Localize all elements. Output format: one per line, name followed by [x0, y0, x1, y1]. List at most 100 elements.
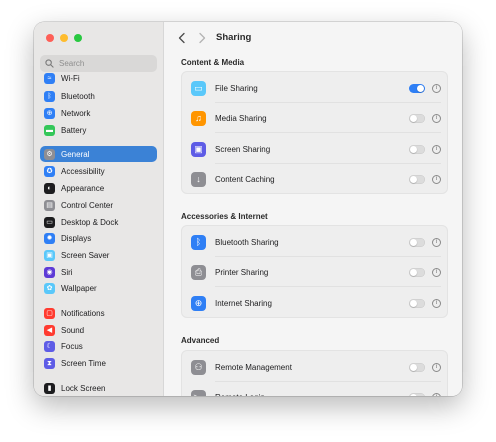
minimize-button[interactable] [60, 34, 68, 42]
search-input[interactable]: Search [40, 55, 157, 72]
row-label: Printer Sharing [215, 267, 269, 277]
settings-group: ⚇ Remote Management i >_ Remote Login i [181, 350, 448, 396]
info-icon[interactable]: i [432, 83, 441, 93]
row-remote-login: >_ Remote Login i [182, 382, 449, 396]
accessibility-icon: ✪ [44, 165, 55, 177]
sidebar-item-label: Wallpaper [61, 283, 97, 293]
info-icon[interactable]: i [432, 144, 441, 154]
toggle-switch[interactable] [409, 392, 425, 396]
sidebar-item-notifications[interactable]: ▢ Notifications [40, 305, 157, 321]
notifications-icon: ▢ [44, 307, 55, 319]
remote-login-icon: >_ [191, 389, 206, 396]
toggle-knob [410, 393, 417, 396]
sidebar-item-battery[interactable]: ▬ Battery [40, 122, 157, 138]
back-button[interactable] [177, 32, 187, 44]
toggle-switch[interactable] [409, 298, 425, 308]
toggle-knob [410, 114, 417, 122]
row-content-caching: ↓ Content Caching i [182, 164, 449, 194]
sidebar-item-label: Battery [61, 125, 87, 135]
sidebar-item-label: Focus [61, 341, 83, 351]
toggle-switch[interactable] [409, 362, 425, 372]
toggle-switch[interactable] [409, 83, 425, 93]
remote-management-icon: ⚇ [191, 359, 206, 375]
sidebar-item-label: Accessibility [61, 166, 105, 176]
row-bluetooth-sharing: ᛒ Bluetooth Sharing i [182, 227, 449, 257]
sidebar-item-bluetooth[interactable]: ᛒ Bluetooth [40, 88, 157, 104]
sidebar-item-label: Appearance [61, 183, 105, 193]
info-icon[interactable]: i [432, 267, 441, 277]
info-icon[interactable]: i [432, 392, 441, 396]
forward-button[interactable] [197, 32, 207, 44]
row-label: Internet Sharing [215, 298, 272, 308]
sidebar-item-displays[interactable]: ✹ Displays [40, 230, 157, 246]
sidebar-item-network[interactable]: ⊕ Network [40, 105, 157, 121]
toggle-knob [410, 175, 417, 183]
sidebar-item-control-center[interactable]: ▤ Control Center [40, 197, 157, 213]
section-title: Accessories & Internet [181, 212, 268, 221]
printer-icon: ⎙ [191, 264, 206, 280]
row-divider [215, 132, 441, 133]
info-icon[interactable]: i [432, 174, 441, 184]
info-icon[interactable]: i [432, 237, 441, 247]
sidebar-item-label: Siri [61, 267, 73, 277]
wallpaper-icon: ✿ [44, 282, 55, 294]
row-printer-sharing: ⎙ Printer Sharing i [182, 257, 449, 287]
sidebar-item-screen-saver[interactable]: ▣ Screen Saver [40, 247, 157, 263]
network-icon: ⊕ [44, 107, 55, 119]
toggle-switch[interactable] [409, 237, 425, 247]
sidebar-item-label: Bluetooth [61, 91, 95, 101]
toggle-switch[interactable] [409, 174, 425, 184]
sidebar-item-focus[interactable]: ☾ Focus [40, 338, 157, 354]
control-center-icon: ▤ [44, 199, 55, 211]
sidebar-item-wi-fi[interactable]: ≈ Wi-Fi [40, 70, 157, 86]
row-label: Content Caching [215, 174, 275, 184]
sidebar-item-label: Screen Time [61, 358, 106, 368]
sidebar-item-screen-time[interactable]: ⧗ Screen Time [40, 355, 157, 371]
toggle-knob [410, 145, 417, 153]
sidebar: ≈ Wi-Fi ᛒ Bluetooth ⊕ Network ▬ Battery ⚙ General… [34, 22, 164, 396]
lock-screen-icon: ▮ [44, 382, 55, 394]
info-icon[interactable]: i [432, 298, 441, 308]
wifi-icon: ≈ [44, 72, 55, 84]
row-divider [215, 286, 441, 287]
window-title: Sharing [216, 32, 252, 43]
toggle-knob [410, 238, 417, 246]
info-icon[interactable]: i [432, 113, 441, 123]
window-controls [46, 34, 82, 42]
battery-icon: ▬ [44, 124, 55, 136]
section-title: Advanced [181, 336, 220, 345]
close-button[interactable] [46, 34, 54, 42]
sidebar-item-appearance[interactable]: ◐ Appearance [40, 180, 157, 196]
sidebar-item-accessibility[interactable]: ✪ Accessibility [40, 163, 157, 179]
sidebar-item-lock-screen[interactable]: ▮ Lock Screen [40, 380, 157, 396]
search-icon [45, 59, 54, 68]
content-caching-icon: ↓ [191, 171, 206, 187]
sidebar-item-sound[interactable]: ◀ Sound [40, 322, 157, 338]
sidebar-item-desktop-dock[interactable]: ▭ Desktop & Dock [40, 214, 157, 230]
screen-sharing-icon: ▣ [191, 141, 206, 157]
screen-saver-icon: ▣ [44, 249, 55, 261]
appearance-icon: ◐ [44, 182, 55, 194]
sidebar-item-label: Screen Saver [61, 250, 110, 260]
settings-window: ≈ Wi-Fi ᛒ Bluetooth ⊕ Network ▬ Battery ⚙ General… [34, 22, 462, 396]
row-file-sharing: ▭ File Sharing i [182, 73, 449, 103]
settings-group: ▭ File Sharing i ♫ Media Sharing i ▣ Screen Sha… [181, 71, 448, 194]
toggle-switch[interactable] [409, 267, 425, 277]
toggle-switch[interactable] [409, 144, 425, 154]
info-icon[interactable]: i [432, 362, 441, 372]
toggle-knob [410, 299, 417, 307]
row-label: Media Sharing [215, 113, 267, 123]
toggle-knob [417, 84, 424, 92]
zoom-button[interactable] [74, 34, 82, 42]
toggle-switch[interactable] [409, 113, 425, 123]
sidebar-item-label: Notifications [61, 308, 105, 318]
sidebar-item-wallpaper[interactable]: ✿ Wallpaper [40, 280, 157, 296]
siri-icon: ◉ [44, 266, 55, 278]
row-screen-sharing: ▣ Screen Sharing i [182, 134, 449, 164]
row-label: Remote Management [215, 362, 292, 372]
bluetooth-icon: ᛒ [191, 234, 206, 250]
sidebar-item-siri[interactable]: ◉ Siri [40, 264, 157, 280]
sidebar-item-general[interactable]: ⚙ General [40, 146, 157, 162]
row-media-sharing: ♫ Media Sharing i [182, 103, 449, 133]
displays-icon: ✹ [44, 232, 55, 244]
